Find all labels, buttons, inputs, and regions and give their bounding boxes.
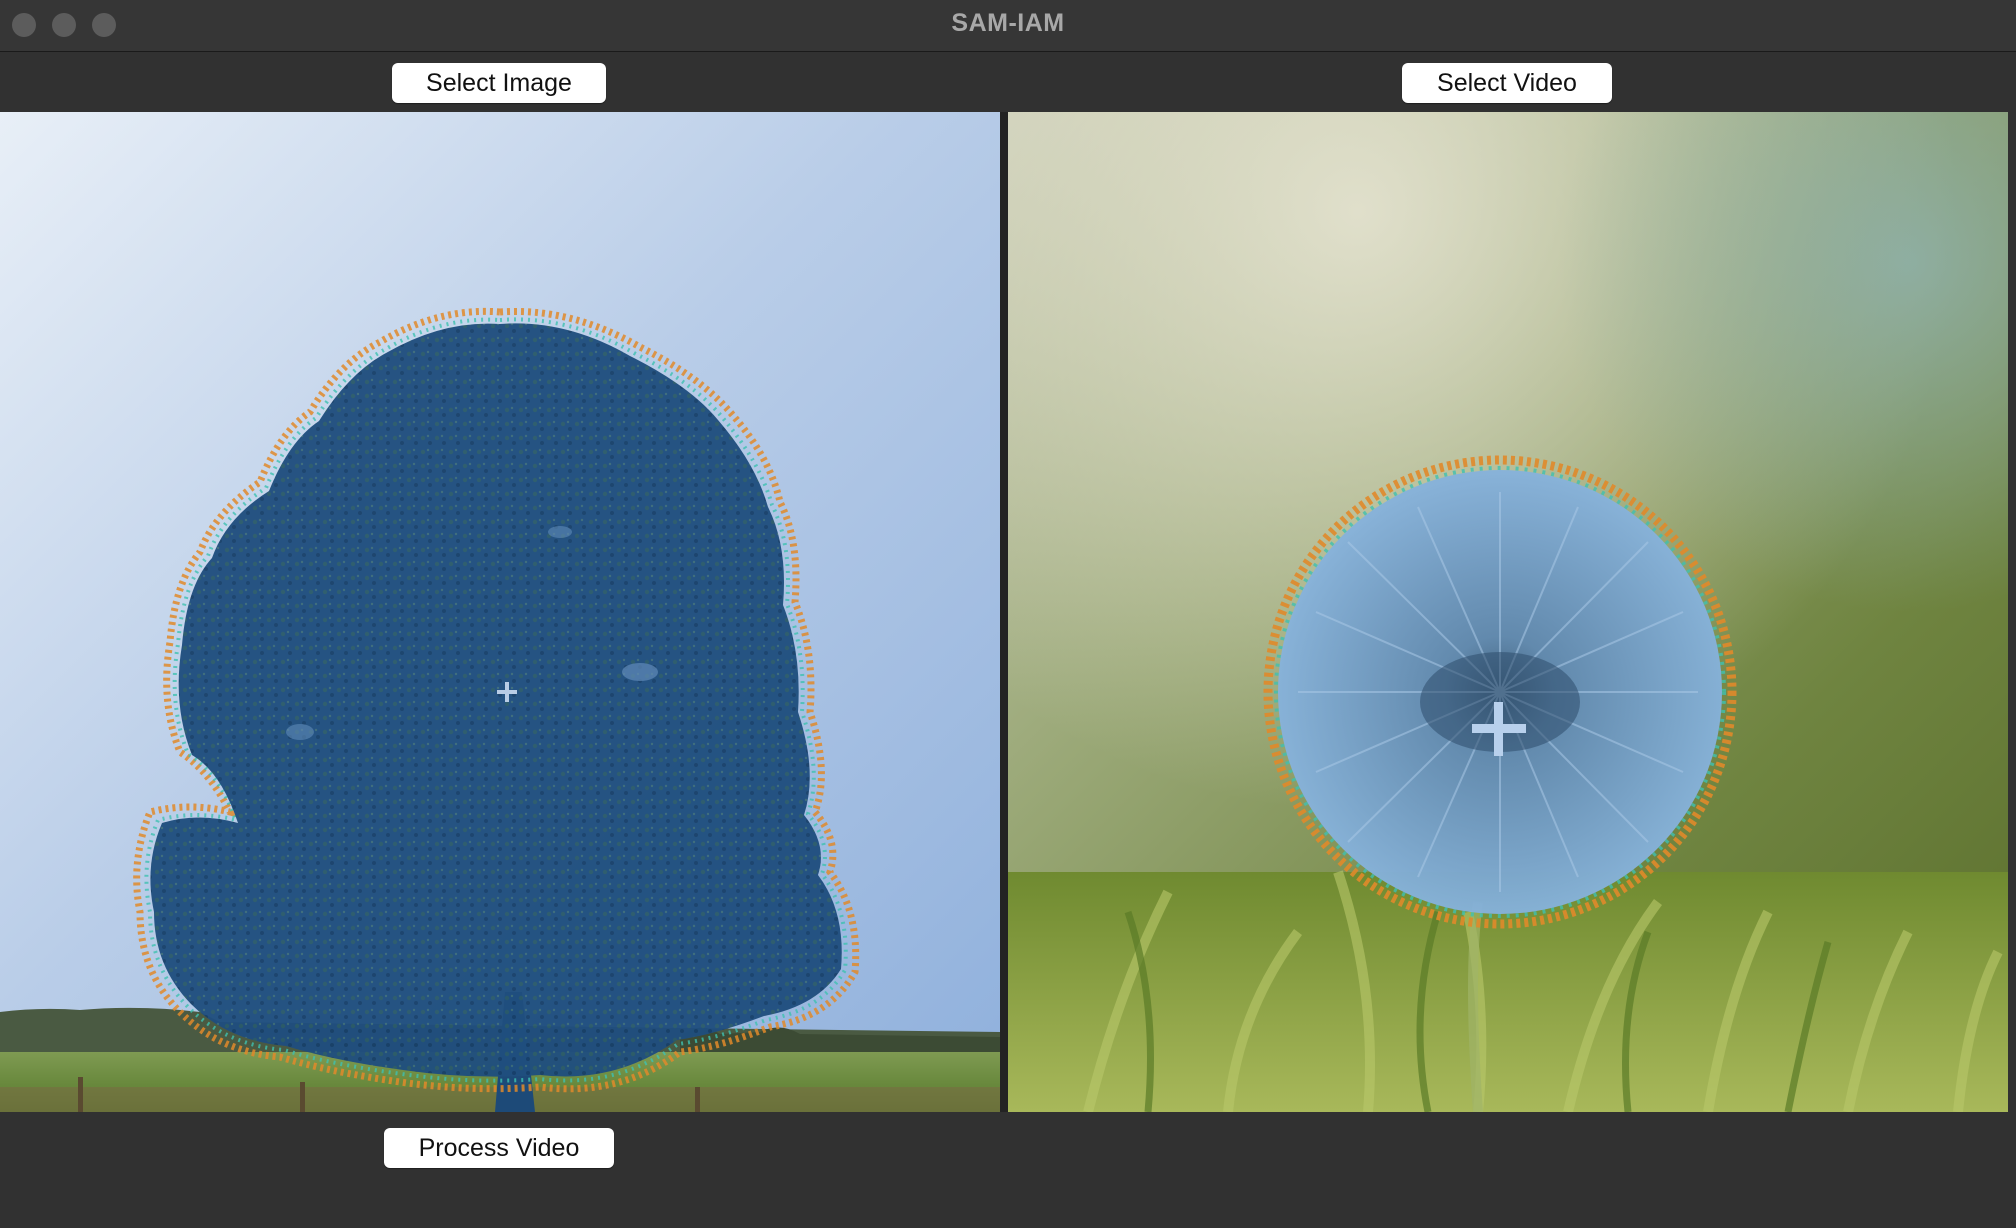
window-title: SAM-IAM bbox=[951, 9, 1065, 37]
select-image-button[interactable]: Select Image bbox=[392, 63, 606, 103]
app-window: SAM-IAM Select Image Select Video Proces… bbox=[0, 0, 2016, 1228]
image-canvas[interactable] bbox=[0, 112, 1000, 1112]
select-video-button[interactable]: Select Video bbox=[1402, 63, 1612, 103]
video-canvas[interactable] bbox=[1008, 112, 2008, 1112]
title-bar[interactable]: SAM-IAM bbox=[0, 0, 2016, 52]
video-frame[interactable] bbox=[1008, 112, 2008, 1112]
process-video-button[interactable]: Process Video bbox=[384, 1128, 614, 1168]
tree-image[interactable] bbox=[0, 112, 1000, 1112]
panel-divider bbox=[1000, 112, 1008, 1112]
